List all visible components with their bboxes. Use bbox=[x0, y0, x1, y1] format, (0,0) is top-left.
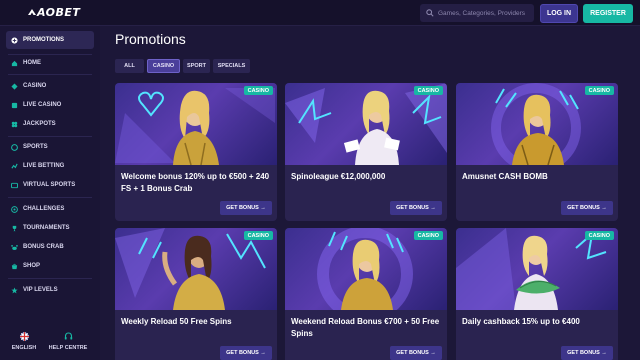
logo[interactable]: AOBET bbox=[28, 6, 80, 19]
jackpot-icon bbox=[11, 121, 18, 128]
top-bar: AOBET LOG IN REGISTER bbox=[0, 0, 640, 26]
promo-image: CASINO bbox=[115, 83, 277, 165]
sidebar-item-casino[interactable]: CASINO bbox=[6, 77, 94, 95]
sidebar-item-label: SPORTS bbox=[23, 144, 48, 150]
sidebar-item-label: LIVE CASINO bbox=[23, 102, 62, 108]
promo-image: CASINO bbox=[285, 228, 447, 310]
sidebar-item-label: CASINO bbox=[23, 83, 47, 89]
crab-icon bbox=[11, 244, 18, 251]
sidebar-divider bbox=[8, 136, 92, 137]
category-badge: CASINO bbox=[243, 86, 273, 95]
sidebar-item-vip-levels[interactable]: VIP LEVELS bbox=[6, 281, 94, 299]
sidebar-item-bonus-crab[interactable]: BONUS CRAB bbox=[6, 238, 94, 256]
category-badge: CASINO bbox=[243, 231, 273, 240]
sidebar-item-jackpots[interactable]: JACKPOTS bbox=[6, 115, 94, 133]
login-button[interactable]: LOG IN bbox=[540, 4, 578, 23]
sidebar: PROMOTIONS HOME CASINO LIVE CASINO JACKP… bbox=[0, 26, 100, 360]
promo-image: CASINO bbox=[456, 83, 618, 165]
logo-text: AOBET bbox=[37, 6, 81, 19]
sidebar-item-label: JACKPOTS bbox=[23, 121, 56, 127]
sidebar-divider bbox=[8, 278, 92, 279]
live-betting-icon bbox=[11, 163, 18, 170]
promo-title: Weekly Reload 50 Free Spins bbox=[121, 317, 232, 326]
get-bonus-button[interactable]: GET BONUS → bbox=[561, 201, 613, 215]
sidebar-item-label: PROMOTIONS bbox=[23, 37, 65, 43]
logo-mark-icon bbox=[28, 6, 36, 19]
tab-sport[interactable]: SPORT bbox=[183, 59, 210, 73]
search-box[interactable] bbox=[420, 4, 534, 22]
sidebar-divider bbox=[8, 74, 92, 75]
sidebar-item-tournaments[interactable]: TOURNAMENTS bbox=[6, 219, 94, 237]
get-bonus-button[interactable]: GET BONUS → bbox=[220, 201, 272, 215]
help-centre-link[interactable]: HELP CENTRE bbox=[48, 332, 88, 351]
get-bonus-button[interactable]: GET BONUS → bbox=[220, 346, 272, 360]
promo-card[interactable]: CASINO Weekend Reload Bonus €700 + 50 Fr… bbox=[285, 228, 447, 360]
sidebar-item-label: TOURNAMENTS bbox=[23, 225, 70, 231]
promo-card[interactable]: CASINO Welcome bonus 120% up to €500 + 2… bbox=[115, 83, 277, 221]
sidebar-item-label: VIRTUAL SPORTS bbox=[23, 182, 76, 188]
page-title: Promotions bbox=[115, 31, 186, 47]
headset-icon bbox=[64, 332, 73, 341]
promo-image: CASINO bbox=[115, 228, 277, 310]
sports-icon bbox=[11, 143, 18, 151]
live-casino-icon bbox=[11, 102, 18, 109]
category-badge: CASINO bbox=[584, 86, 614, 95]
sidebar-item-label: SHOP bbox=[23, 263, 41, 269]
category-badge: CASINO bbox=[413, 231, 443, 240]
casino-icon bbox=[11, 82, 18, 90]
home-icon bbox=[11, 60, 18, 67]
challenges-icon bbox=[11, 205, 18, 213]
language-selector[interactable]: ENGLISH bbox=[4, 332, 44, 351]
promotion-tabs: ALL CASINO SPORT SPECIALS bbox=[115, 59, 250, 73]
sidebar-item-home[interactable]: HOME bbox=[6, 54, 94, 72]
trophy-icon bbox=[11, 225, 18, 232]
promo-title: Welcome bonus 120% up to €500 + 240 FS +… bbox=[121, 172, 270, 193]
tab-all[interactable]: ALL bbox=[115, 59, 144, 73]
promo-card[interactable]: CASINO Amusnet CASH BOMB GET BONUS → bbox=[456, 83, 618, 221]
sidebar-item-label: HOME bbox=[23, 60, 41, 66]
tab-casino[interactable]: CASINO bbox=[147, 59, 180, 73]
sidebar-divider bbox=[8, 197, 92, 198]
register-button[interactable]: REGISTER bbox=[583, 4, 633, 23]
promo-card[interactable]: CASINO Spinoleague €12,000,000 GET BONUS… bbox=[285, 83, 447, 221]
tab-specials[interactable]: SPECIALS bbox=[213, 59, 250, 73]
get-bonus-button[interactable]: GET BONUS → bbox=[390, 201, 442, 215]
sidebar-item-promotions[interactable]: PROMOTIONS bbox=[6, 31, 94, 49]
uk-flag-icon bbox=[19, 332, 29, 341]
language-label: ENGLISH bbox=[11, 345, 37, 351]
sidebar-item-label: VIP LEVELS bbox=[23, 287, 58, 293]
sidebar-item-virtual-sports[interactable]: VIRTUAL SPORTS bbox=[6, 176, 94, 194]
sidebar-item-label: BONUS CRAB bbox=[23, 244, 64, 250]
help-label: HELP CENTRE bbox=[48, 345, 88, 351]
sidebar-item-challenges[interactable]: CHALLENGES bbox=[6, 200, 94, 218]
shop-icon bbox=[11, 263, 18, 270]
vip-icon bbox=[11, 286, 18, 294]
promo-title: Weekend Reload Bonus €700 + 50 Free Spin… bbox=[291, 317, 440, 338]
sidebar-item-label: LIVE BETTING bbox=[23, 163, 65, 169]
search-input[interactable] bbox=[438, 9, 534, 17]
promo-image: CASINO bbox=[456, 228, 618, 310]
promo-card[interactable]: CASINO Weekly Reload 50 Free Spins GET B… bbox=[115, 228, 277, 360]
promo-card[interactable]: CASINO Daily cashback 15% up to €400 GET… bbox=[456, 228, 618, 360]
sidebar-item-sports[interactable]: SPORTS bbox=[6, 138, 94, 156]
get-bonus-button[interactable]: GET BONUS → bbox=[561, 346, 613, 360]
sidebar-item-label: CHALLENGES bbox=[23, 206, 65, 212]
virtual-sports-icon bbox=[11, 182, 18, 189]
category-badge: CASINO bbox=[413, 86, 443, 95]
promo-title: Spinoleague €12,000,000 bbox=[291, 172, 386, 181]
sidebar-item-shop[interactable]: SHOP bbox=[6, 257, 94, 275]
promo-image: CASINO bbox=[285, 83, 447, 165]
promo-title: Daily cashback 15% up to €400 bbox=[462, 317, 580, 326]
search-icon bbox=[426, 9, 434, 17]
get-bonus-button[interactable]: GET BONUS → bbox=[390, 346, 442, 360]
gift-icon bbox=[11, 36, 18, 44]
sidebar-item-live-betting[interactable]: LIVE BETTING bbox=[6, 157, 94, 175]
category-badge: CASINO bbox=[584, 231, 614, 240]
sidebar-item-live-casino[interactable]: LIVE CASINO bbox=[6, 96, 94, 114]
promo-title: Amusnet CASH BOMB bbox=[462, 172, 548, 181]
